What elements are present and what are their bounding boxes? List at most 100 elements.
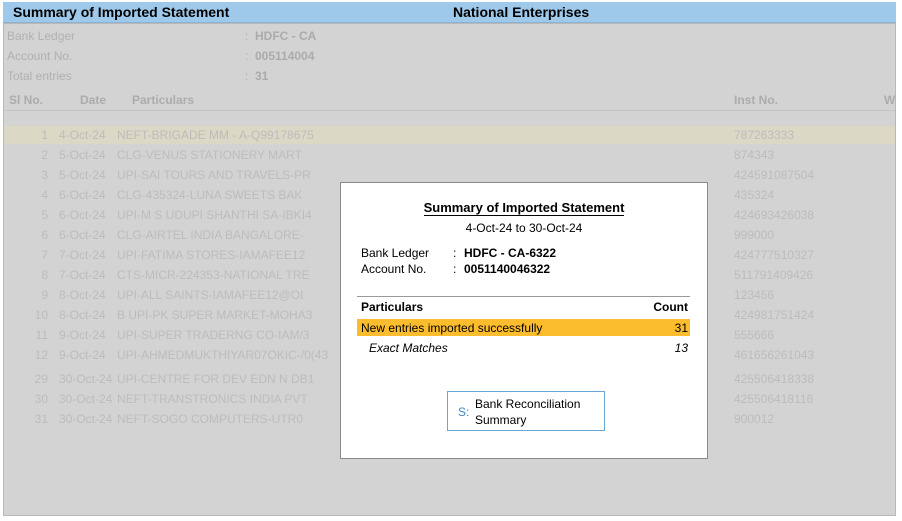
row-particulars: CLG-435324-LUNA SWEETS BAK [117, 188, 303, 202]
row-inst: 555666 [734, 328, 775, 342]
table-row[interactable]: 1 4-Oct-24 NEFT-BRIGADE MM - A-Q99178675… [4, 126, 895, 144]
row-count: 13 [674, 341, 688, 355]
row-sl: 10 [34, 308, 48, 322]
info-colon: : [245, 29, 249, 43]
header-count: Count [653, 300, 688, 314]
button-label-line2: Summary [475, 413, 527, 427]
header-particulars: Particulars [361, 300, 424, 314]
row-date: 5-Oct-24 [59, 168, 106, 182]
row-inst: 425506418338 [734, 372, 815, 386]
row-particulars: NEFT-TRANSTRONICS INDIA PVT [117, 392, 308, 406]
bank-ledger-label: Bank Ledger [361, 246, 430, 260]
info-label: Bank Ledger [7, 29, 76, 43]
row-date: 7-Oct-24 [59, 268, 106, 282]
info-label: Total entries [7, 69, 72, 83]
row-particulars: NEFT-SOGO COMPUTERS-UTR0 [117, 412, 304, 426]
row-sl: 31 [34, 412, 48, 426]
row-inst: 461656261043 [734, 348, 815, 362]
row-inst: 874343 [734, 148, 775, 162]
dialog-title: Summary of Imported Statement [341, 200, 707, 216]
info-value: 005114004 [255, 49, 315, 63]
row-date: 6-Oct-24 [59, 208, 106, 222]
table-row[interactable]: 2 5-Oct-24 CLG-VENUS STATIONERY MART 874… [4, 146, 895, 164]
row-date: 9-Oct-24 [59, 328, 106, 342]
summary-row-new-entries[interactable]: New entries imported successfully 31 [357, 319, 690, 336]
row-sl: 30 [34, 392, 48, 406]
row-sl: 9 [41, 288, 48, 302]
row-particulars: UPI-ALL SAINTS-IAMAFEE12@OI [117, 288, 304, 302]
colon: : [453, 246, 457, 260]
row-particulars: UPI-AHMEDMUKTHIYAR07OKIC-/0(43 [117, 348, 328, 362]
row-date: 8-Oct-24 [59, 288, 106, 302]
row-inst: 900012 [734, 412, 775, 426]
info-value: 31 [255, 69, 269, 83]
row-sl: 29 [34, 372, 48, 386]
row-sl: 8 [41, 268, 48, 282]
row-date: 30-Oct-24 [59, 412, 113, 426]
row-particulars: UPI-FATIMA STORES-IAMAFEE12 [117, 248, 306, 262]
row-inst: 787263333 [734, 128, 795, 142]
row-particulars: NEFT-BRIGADE MM - A-Q99178675 [117, 128, 314, 142]
row-particulars: CLG-AIRTEL INDIA BANGALORE- [117, 228, 304, 242]
row-sl: 1 [41, 128, 48, 142]
row-particulars: UPI-SAI TOURS AND TRAVELS-PR [117, 168, 311, 182]
screen-title: Summary of Imported Statement [13, 4, 230, 20]
row-inst: 424591087504 [734, 168, 815, 182]
row-sl: 12 [34, 348, 48, 362]
bank-ledger-value: HDFC - CA-6322 [464, 246, 557, 260]
row-inst: 999000 [734, 228, 775, 242]
row-date: 30-Oct-24 [59, 392, 113, 406]
row-inst: 123456 [734, 288, 775, 302]
row-sl: 3 [41, 168, 48, 182]
row-label: Exact Matches [369, 341, 448, 355]
row-date: 7-Oct-24 [59, 248, 106, 262]
row-sl: 7 [41, 248, 48, 262]
row-date: 6-Oct-24 [59, 188, 106, 202]
info-label: Account No. [7, 49, 73, 63]
button-label-line1: Bank Reconciliation [475, 397, 581, 411]
info-colon: : [245, 69, 249, 83]
col-extra: W [884, 93, 896, 107]
summary-table-header: Particulars Count [357, 296, 690, 315]
row-date: 5-Oct-24 [59, 148, 106, 162]
colon: : [453, 262, 457, 276]
row-count: 31 [674, 321, 688, 335]
dialog-title-text: Summary of Imported Statement [423, 200, 625, 216]
row-inst: 424777510327 [734, 248, 815, 262]
row-sl: 2 [41, 148, 48, 162]
row-inst: 511791409426 [734, 268, 814, 282]
row-date: 8-Oct-24 [59, 308, 106, 322]
row-sl: 11 [35, 328, 48, 342]
row-label: New entries imported successfully [361, 321, 543, 335]
shortcut-key: S: [458, 405, 470, 419]
bank-reconciliation-summary-button[interactable]: S: Bank Reconciliation Summary [447, 391, 605, 431]
col-date: Date [80, 93, 107, 107]
column-header: Sl No. Date Particulars Inst No. W [4, 91, 895, 111]
info-colon: : [245, 49, 249, 63]
row-particulars: UPI-SUPER TRADERNG CO-IAM/3 [117, 328, 310, 342]
row-sl: 6 [41, 228, 48, 242]
company-name: National Enterprises [453, 4, 590, 20]
row-particulars: UPI-CENTRE FOR DEV EDN N DB1 [117, 372, 315, 386]
row-particulars: CLG-VENUS STATIONERY MART [117, 148, 302, 162]
col-sl-no: Sl No. [9, 93, 44, 107]
row-sl: 5 [41, 208, 48, 222]
row-inst: 424693426038 [734, 208, 815, 222]
title-bar: Summary of Imported Statement National E… [3, 2, 896, 23]
row-inst: 425506418116 [734, 392, 814, 406]
button-label: Bank Reconciliation Summary [475, 396, 580, 428]
row-date: 4-Oct-24 [59, 128, 106, 142]
account-no-value: 0051140046322 [464, 262, 551, 276]
import-summary-dialog: Summary of Imported Statement 4-Oct-24 t… [340, 182, 708, 459]
col-inst-no: Inst No. [734, 93, 778, 107]
info-value: HDFC - CA [255, 29, 317, 43]
row-date: 30-Oct-24 [59, 372, 113, 386]
row-inst: 424981751424 [734, 308, 815, 322]
col-particulars: Particulars [132, 93, 195, 107]
account-no-label: Account No. [361, 262, 427, 276]
row-particulars: UPI-M S UDUPI SHANTHI SA-IBKI4 [117, 208, 312, 222]
summary-row-exact-matches[interactable]: Exact Matches 13 [357, 339, 690, 356]
row-date: 6-Oct-24 [59, 228, 106, 242]
row-particulars: B UPI-PK SUPER MARKET-MOHA3 [117, 308, 313, 322]
row-inst: 435324 [734, 188, 775, 202]
